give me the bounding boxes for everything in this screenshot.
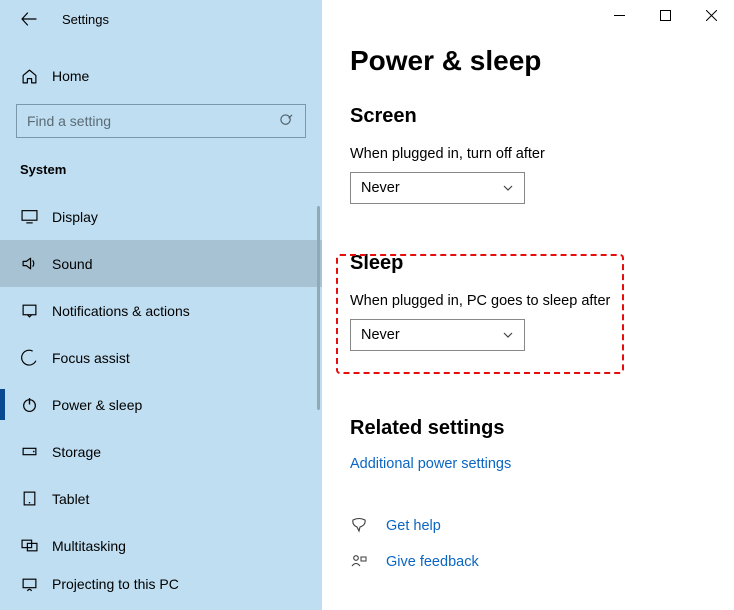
main-pane: Power & sleep Screen When plugged in, tu…	[322, 0, 734, 610]
nav-label: Multitasking	[52, 538, 126, 554]
back-button[interactable]	[18, 8, 40, 30]
window-controls	[596, 0, 734, 30]
nav-list: Display Sound Notifications & actions Fo…	[0, 193, 322, 599]
search-icon	[279, 113, 295, 129]
screen-timeout-dropdown[interactable]: Never	[350, 172, 525, 204]
close-button[interactable]	[688, 0, 734, 30]
related-heading: Related settings	[350, 417, 734, 440]
nav-item-power-sleep[interactable]: Power & sleep	[0, 381, 322, 428]
screen-field-label: When plugged in, turn off after	[350, 146, 734, 162]
nav-item-projecting[interactable]: Projecting to this PC	[0, 569, 322, 599]
nav-item-tablet[interactable]: Tablet	[0, 475, 322, 522]
feedback-icon	[350, 553, 368, 571]
maximize-icon	[660, 10, 671, 21]
sound-icon	[20, 255, 38, 273]
storage-icon	[20, 443, 38, 461]
home-link[interactable]: Home	[0, 60, 322, 92]
focus-assist-icon	[20, 349, 38, 367]
close-icon	[706, 10, 717, 21]
minimize-icon	[614, 10, 625, 21]
page-title: Power & sleep	[350, 46, 734, 77]
screen-timeout-value: Never	[361, 180, 400, 196]
nav-label: Focus assist	[52, 350, 130, 366]
nav-item-display[interactable]: Display	[0, 193, 322, 240]
nav-label: Display	[52, 209, 98, 225]
screen-heading: Screen	[350, 105, 734, 128]
home-label: Home	[52, 68, 89, 84]
notifications-icon	[20, 302, 38, 320]
help-icon	[350, 517, 368, 535]
projecting-icon	[20, 575, 38, 593]
nav-item-multitasking[interactable]: Multitasking	[0, 522, 322, 569]
search-input-wrapper[interactable]	[16, 104, 306, 138]
annotation-highlight	[336, 254, 624, 374]
nav-label: Sound	[52, 256, 92, 272]
tablet-icon	[20, 490, 38, 508]
nav-item-storage[interactable]: Storage	[0, 428, 322, 475]
power-icon	[20, 396, 38, 414]
nav-item-sound[interactable]: Sound	[0, 240, 322, 287]
search-input[interactable]	[27, 113, 279, 129]
maximize-button[interactable]	[642, 0, 688, 30]
titlebar: Settings	[0, 0, 322, 38]
minimize-button[interactable]	[596, 0, 642, 30]
chevron-down-icon	[502, 182, 514, 194]
sidebar: Settings Home System Display Sound	[0, 0, 322, 610]
section-heading: System	[0, 162, 322, 177]
nav-item-focus-assist[interactable]: Focus assist	[0, 334, 322, 381]
back-arrow-icon	[20, 10, 38, 28]
nav-label: Notifications & actions	[52, 303, 190, 319]
nav-label: Projecting to this PC	[52, 576, 179, 592]
sidebar-scrollbar[interactable]	[317, 206, 320, 410]
get-help-link[interactable]: Get help	[386, 518, 441, 534]
nav-item-notifications[interactable]: Notifications & actions	[0, 287, 322, 334]
give-feedback-link[interactable]: Give feedback	[386, 554, 479, 570]
nav-label: Tablet	[52, 491, 89, 507]
home-icon	[20, 68, 38, 85]
nav-label: Power & sleep	[52, 397, 142, 413]
window-title: Settings	[62, 12, 109, 27]
multitasking-icon	[20, 537, 38, 555]
additional-power-link[interactable]: Additional power settings	[350, 456, 511, 472]
nav-label: Storage	[52, 444, 101, 460]
display-icon	[20, 208, 38, 226]
